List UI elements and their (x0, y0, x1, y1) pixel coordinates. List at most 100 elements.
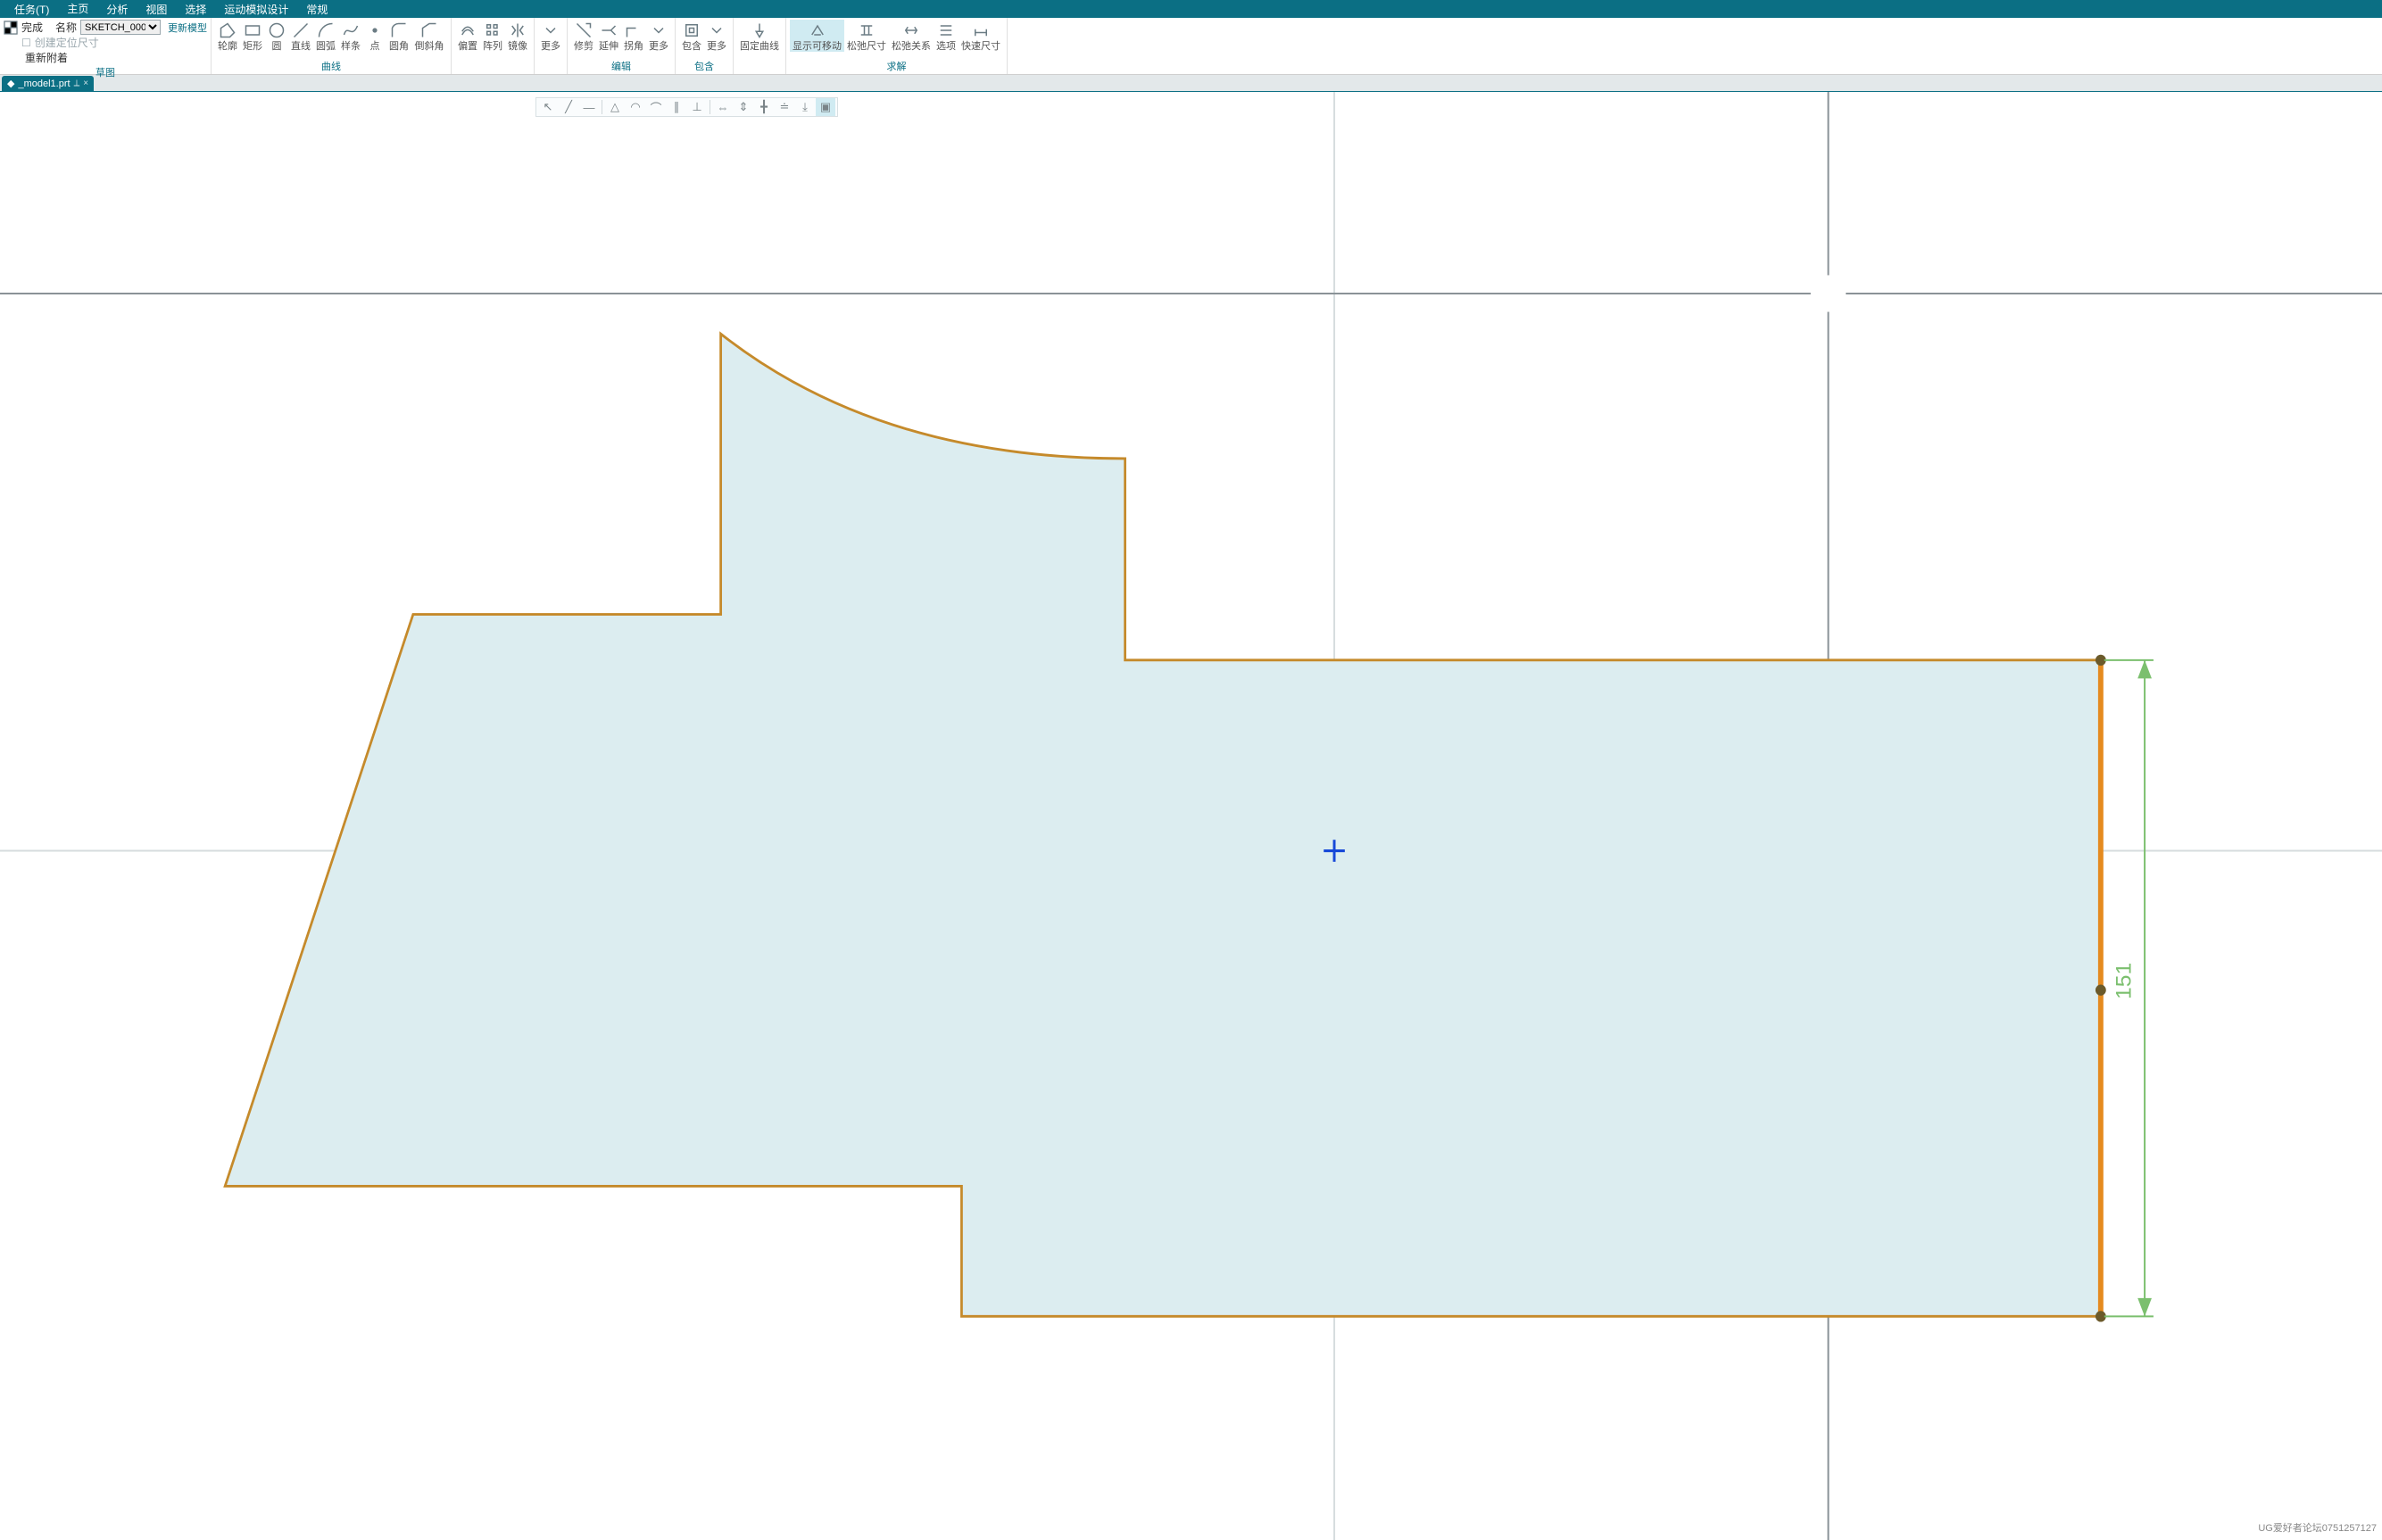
ribbon-group-title (538, 73, 563, 74)
ribbon-group-0: 轮廓矩形圆直线圆弧样条点圆角倒斜角曲线 (212, 18, 452, 74)
movable-icon (809, 21, 826, 39)
ribbon-btn-more[interactable]: 更多 (646, 20, 671, 52)
drawing-svg: 151 (0, 92, 2382, 1540)
ribbon-btn-point[interactable]: 点 (363, 20, 386, 52)
ribbon-btn-fillet[interactable]: 圆角 (386, 20, 411, 52)
menu-bar: 任务(T) 主页 分析 视图 选择 运动模拟设计 常规 (0, 0, 2382, 18)
vertex-handle-mid[interactable] (2096, 985, 2106, 996)
ribbon-group-5: 固定曲线 (734, 18, 786, 74)
point-icon (366, 21, 384, 39)
ribbon-group-title: 曲线 (215, 59, 447, 74)
finish-label[interactable]: 完成 (21, 20, 43, 35)
create-locate-dim-label: 创建定位尺寸 (35, 35, 99, 50)
ribbon-group-sketch-meta: 完成 名称 SKETCH_000 更新模型 ☐ 创建定位尺寸 重新附着 草图 (0, 18, 212, 74)
ribbon-btn-pattern[interactable]: 阵列 (480, 20, 505, 52)
ribbon-btn-more[interactable]: 更多 (704, 20, 729, 52)
ribbon-btn-corner[interactable]: 拐角 (621, 20, 646, 52)
chamfer-icon (420, 21, 438, 39)
name-label: 名称 (55, 20, 77, 35)
profile-icon (219, 21, 237, 39)
ribbon-btn-label: 选项 (936, 41, 956, 52)
create-locate-dim-checkbox[interactable]: ☐ (21, 37, 31, 49)
more-icon (708, 21, 726, 39)
sketch-region[interactable] (225, 334, 2101, 1316)
menu-view[interactable]: 视图 (137, 0, 176, 19)
ribbon-btn-label: 偏置 (458, 41, 477, 52)
ribbon-btn-label: 更多 (541, 41, 560, 52)
ribbon-btn-label: 倒斜角 (415, 41, 444, 52)
tab-pin-icon[interactable]: ⟂ (74, 79, 80, 88)
ribbon-btn-movable[interactable]: 显示可移动 (790, 20, 844, 52)
ribbon-btn-label: 矩形 (243, 41, 262, 52)
ribbon-btn-label: 阵列 (483, 41, 502, 52)
fillet-icon (390, 21, 408, 39)
ribbon-btn-spline[interactable]: 样条 (338, 20, 363, 52)
ribbon-btn-label: 更多 (649, 41, 668, 52)
ribbon-btn-label: 修剪 (574, 41, 593, 52)
ribbon-btn-extend[interactable]: 延伸 (596, 20, 621, 52)
menu-select[interactable]: 选择 (176, 0, 215, 19)
relax-rel-icon (902, 21, 920, 39)
quick-dim-icon (972, 21, 990, 39)
ribbon-group-1: 偏置阵列镜像 (452, 18, 535, 74)
more-icon (542, 21, 560, 39)
ribbon-btn-mirror[interactable]: 镜像 (505, 20, 530, 52)
ribbon-group-4: 包含更多包含 (676, 18, 734, 74)
ribbon-btn-profile[interactable]: 轮廓 (215, 20, 240, 52)
ribbon-btn-include[interactable]: 包含 (679, 20, 704, 52)
ribbon-btn-line[interactable]: 直线 (288, 20, 313, 52)
ribbon-btn-relax-dim[interactable]: 松弛尺寸 (844, 20, 889, 52)
menu-general[interactable]: 常规 (297, 0, 336, 19)
ribbon-group-title (455, 73, 530, 74)
ribbon-btn-label: 包含 (682, 41, 701, 52)
ribbon-btn-label: 镜像 (508, 41, 527, 52)
sketch-name-select[interactable]: SKETCH_000 (80, 20, 161, 35)
finish-sketch-icon[interactable] (4, 21, 18, 35)
ribbon-btn-rect[interactable]: 矩形 (240, 20, 265, 52)
update-model-button[interactable]: 更新模型 (168, 21, 207, 35)
menu-analyze[interactable]: 分析 (97, 0, 137, 19)
fix-icon (751, 21, 768, 39)
circle-icon (268, 21, 286, 39)
watermark-text: UG爱好者论坛0751257127 (2258, 1520, 2377, 1535)
mirror-icon (509, 21, 527, 39)
ribbon-btn-chamfer[interactable]: 倒斜角 (411, 20, 447, 52)
document-tab[interactable]: ◆ _model1.prt ⟂ × (2, 76, 94, 91)
offset-icon (459, 21, 477, 39)
ribbon-group-2: 更多 (535, 18, 568, 74)
spline-icon (342, 21, 360, 39)
dimension-151[interactable]: 151 (2104, 660, 2154, 1316)
extend-icon (600, 21, 618, 39)
ribbon-group-3: 修剪延伸拐角更多编辑 (568, 18, 676, 74)
ribbon-group-6: 显示可移动松弛尺寸松弛关系选项快速尺寸求解 (786, 18, 1008, 74)
reattach-button[interactable]: 重新附着 (25, 50, 68, 65)
ribbon-btn-arc[interactable]: 圆弧 (313, 20, 338, 52)
tab-doc-icon: ◆ (7, 78, 14, 89)
ribbon-btn-circle[interactable]: 圆 (265, 20, 288, 52)
ribbon-btn-label: 样条 (341, 41, 361, 52)
ribbon-btn-label: 松弛尺寸 (847, 41, 886, 52)
ribbon-btn-label: 拐角 (624, 41, 643, 52)
ribbon-btn-fix[interactable]: 固定曲线 (737, 20, 782, 52)
trim-icon (575, 21, 593, 39)
rect-icon (244, 21, 261, 39)
tab-close-icon[interactable]: × (83, 79, 88, 88)
menu-motion[interactable]: 运动模拟设计 (215, 0, 297, 19)
ribbon-btn-relax-rel[interactable]: 松弛关系 (889, 20, 934, 52)
document-tab-strip: ◆ _model1.prt ⟂ × (0, 75, 2382, 92)
sketch-canvas[interactable]: ↖╱—△◠⌒∥⊥⇔⇕╋≐⤓▣ 151 U (0, 92, 2382, 1540)
ribbon-btn-label: 更多 (707, 41, 726, 52)
ribbon-btn-more[interactable]: 更多 (538, 20, 563, 52)
menu-tasks[interactable]: 任务(T) (5, 0, 58, 19)
ribbon-btn-quick-dim[interactable]: 快速尺寸 (959, 20, 1003, 52)
relax-dim-icon (858, 21, 876, 39)
ribbon-group-title: 求解 (790, 59, 1003, 74)
ribbon-btn-options[interactable]: 选项 (934, 20, 959, 52)
ribbon-btn-label: 直线 (291, 41, 311, 52)
ribbon-btn-offset[interactable]: 偏置 (455, 20, 480, 52)
ribbon-btn-label: 快速尺寸 (961, 41, 1000, 52)
tab-label: _model1.prt (18, 79, 70, 89)
ribbon-btn-trim[interactable]: 修剪 (571, 20, 596, 52)
dimension-value: 151 (2112, 963, 2136, 999)
menu-home[interactable]: 主页 (58, 0, 97, 20)
